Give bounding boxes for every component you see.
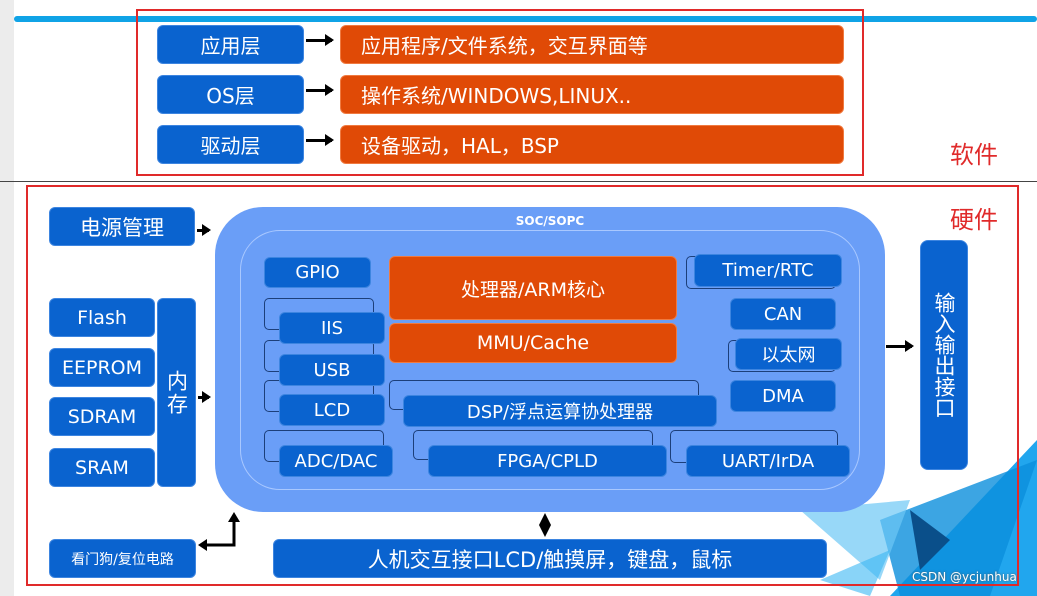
layer-os: OS层 xyxy=(157,75,304,114)
arrow-icon xyxy=(306,84,334,96)
left-strip xyxy=(0,0,14,596)
power-management: 电源管理 xyxy=(49,207,195,246)
layer-driver-desc: 设备驱动，HAL，BSP xyxy=(340,125,844,164)
soc-dsp: DSP/浮点运算协处理器 xyxy=(403,395,717,427)
soc-dma: DMA xyxy=(730,380,836,412)
soc-lcd: LCD xyxy=(279,394,385,426)
software-label: 软件 xyxy=(950,141,998,169)
soc-mmu: MMU/Cache xyxy=(389,323,677,363)
memory-flash: Flash xyxy=(49,298,155,337)
layer-app: 应用层 xyxy=(157,25,304,64)
arrow-icon xyxy=(886,340,914,352)
soc-title: SOC/SOPC xyxy=(515,214,585,228)
soc-fpga: FPGA/CPLD xyxy=(428,445,667,477)
diamond-icon xyxy=(539,513,551,537)
bent-arrow-icon xyxy=(198,512,240,551)
layer-os-desc: 操作系统/WINDOWS,LINUX.. xyxy=(340,75,844,114)
soc-uart: UART/IrDA xyxy=(686,445,850,477)
hmi-interface: 人机交互接口LCD/触摸屏，键盘，鼠标 xyxy=(273,539,827,578)
watchdog: 看门狗/复位电路 xyxy=(49,539,196,578)
io-interface: 输入输出接口 xyxy=(920,240,968,470)
layer-driver: 驱动层 xyxy=(157,125,304,164)
divider xyxy=(0,181,1037,182)
soc-adc-dac: ADC/DAC xyxy=(279,445,393,477)
soc-gpio: GPIO xyxy=(264,257,371,288)
memory-label: 内存 xyxy=(157,298,196,487)
soc-timer: Timer/RTC xyxy=(694,254,842,287)
arrow-icon xyxy=(306,134,334,146)
arrow-icon xyxy=(197,224,211,236)
arrow-icon xyxy=(306,34,334,46)
memory-sdram: SDRAM xyxy=(49,397,155,436)
soc-cpu: 处理器/ARM核心 xyxy=(389,256,677,320)
soc-ethernet: 以太网 xyxy=(735,338,842,370)
soc-can: CAN xyxy=(730,298,836,330)
memory-sram: SRAM xyxy=(49,448,155,487)
watermark: CSDN @ycjunhua xyxy=(912,570,1017,584)
layer-app-desc: 应用程序/文件系统，交互界面等 xyxy=(340,25,844,64)
arrow-icon xyxy=(198,391,211,403)
soc-iis: IIS xyxy=(279,312,385,344)
hardware-label: 硬件 xyxy=(950,206,998,234)
soc-usb: USB xyxy=(279,354,385,386)
memory-eeprom: EEPROM xyxy=(49,348,155,387)
